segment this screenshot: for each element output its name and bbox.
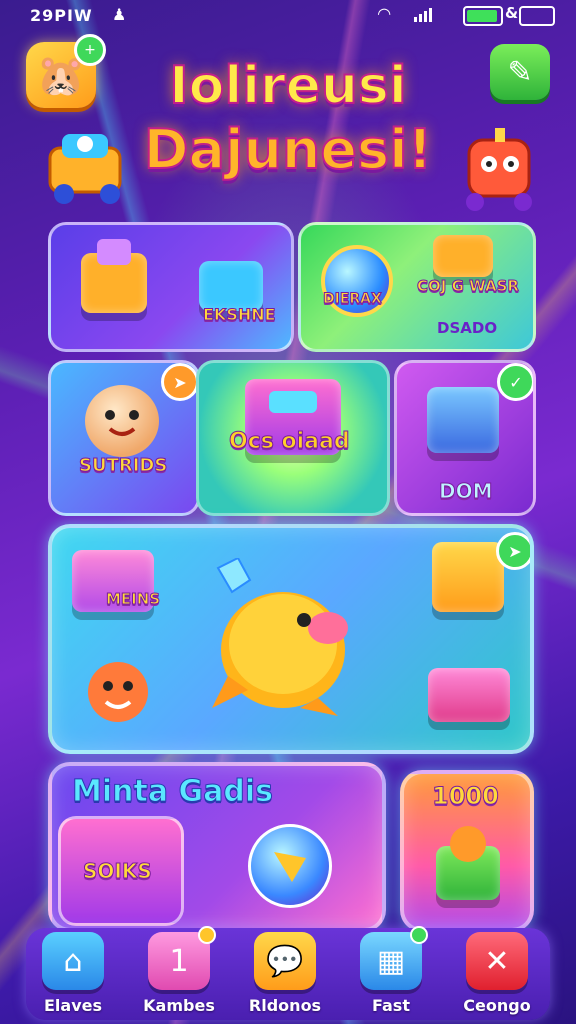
blue-cube-icon (427, 387, 499, 453)
crystal-cart-icon (199, 261, 263, 311)
nav-label: Kambes (143, 996, 215, 1015)
tile-center-chest[interactable]: Ocs oiaad (196, 360, 390, 516)
link-icon: & (505, 4, 519, 22)
coins-value: 1000 (432, 782, 500, 811)
status-time: 29PIW (30, 6, 93, 25)
treasure-box-icon (433, 235, 493, 277)
card-minta-gadis[interactable]: Minta Gadis SOIKS (48, 762, 386, 932)
diamond-icon (269, 391, 317, 413)
tile-gems-label: EKSHNE (203, 305, 277, 325)
soiks-label: SOIKS (83, 859, 153, 884)
notification-dot (198, 926, 216, 944)
tile-orbs-label-2: COJ G WASR (417, 277, 520, 296)
check-badge-icon: ✓ (497, 363, 533, 401)
tile-bear-label: SUTRIDS (78, 455, 168, 477)
tile-cube[interactable]: ✓ DOM (394, 360, 536, 516)
tile-orbs-label: DIERAX (323, 291, 383, 308)
nav-label: Rldonos (248, 996, 322, 1015)
nav-item-ceongo[interactable]: ✕ Ceongo (452, 932, 542, 1015)
nav-item-elaves[interactable]: ⌂ Elaves (28, 932, 118, 1015)
person-icon: ♟ (112, 5, 127, 24)
tile-orbs-label-3: DSADO (437, 319, 498, 337)
gift-icon: ▦ (360, 926, 428, 990)
gift-badge-icon: ➤ (161, 363, 197, 401)
crate-icon (432, 542, 504, 612)
robot-decoration-icon (455, 124, 547, 225)
wifi-icon: ◠ (378, 4, 391, 23)
signal-icon (414, 8, 432, 22)
planet-orb-icon (248, 824, 332, 908)
card-1000[interactable]: 1000 (400, 770, 534, 932)
nav-label: Ceongo (463, 996, 531, 1015)
bottom-nav: ⌂ Elaves 1 Kambes 💬 Rldonos ▦ Fast ✕ Ceo… (26, 926, 550, 1020)
duck-mascot-icon (208, 558, 358, 718)
hero-box-label: MEINS (105, 590, 161, 609)
nav-label: Fast (372, 996, 410, 1015)
bear-icon (85, 385, 159, 457)
trophy-icon: 1 (148, 926, 216, 990)
tile-cube-label: DOM (439, 479, 494, 504)
card-title: Minta Gadis (71, 774, 274, 810)
hero-panel[interactable]: MEINS ➤ (48, 524, 534, 754)
cute-creature-icon (80, 652, 156, 732)
play-badge-icon: ➤ (496, 532, 530, 570)
amethyst-icon (97, 239, 131, 265)
orange-creature-icon (450, 826, 486, 862)
battery-icon (463, 6, 503, 26)
page-title: Iolireusi (168, 55, 407, 117)
tile-center-label: Ocs oiaad (229, 429, 351, 455)
nav-item-rldonos[interactable]: 💬 Rldonos (240, 932, 330, 1015)
nav-item-kambes[interactable]: 1 Kambes (134, 926, 224, 1015)
battery-outline-icon (519, 6, 555, 26)
tile-gems[interactable]: EKSHNE (48, 222, 294, 352)
status-bar: 29PIW ♟ ◠ & (0, 0, 576, 30)
pink-cart-icon (428, 668, 510, 722)
close-icon: ✕ (466, 932, 528, 990)
chat-icon: 💬 (254, 932, 316, 990)
notification-dot (410, 926, 428, 944)
home-icon: ⌂ (42, 932, 104, 990)
tile-bear[interactable]: ➤ SUTRIDS (48, 360, 200, 516)
toy-car-decoration-icon (40, 128, 136, 219)
soiks-tile[interactable]: SOIKS (58, 816, 184, 926)
nav-label: Elaves (43, 996, 102, 1015)
tile-orbs[interactable]: DIERAX COJ G WASR DSADO (298, 222, 536, 352)
nav-item-fast[interactable]: ▦ Fast (346, 926, 436, 1015)
